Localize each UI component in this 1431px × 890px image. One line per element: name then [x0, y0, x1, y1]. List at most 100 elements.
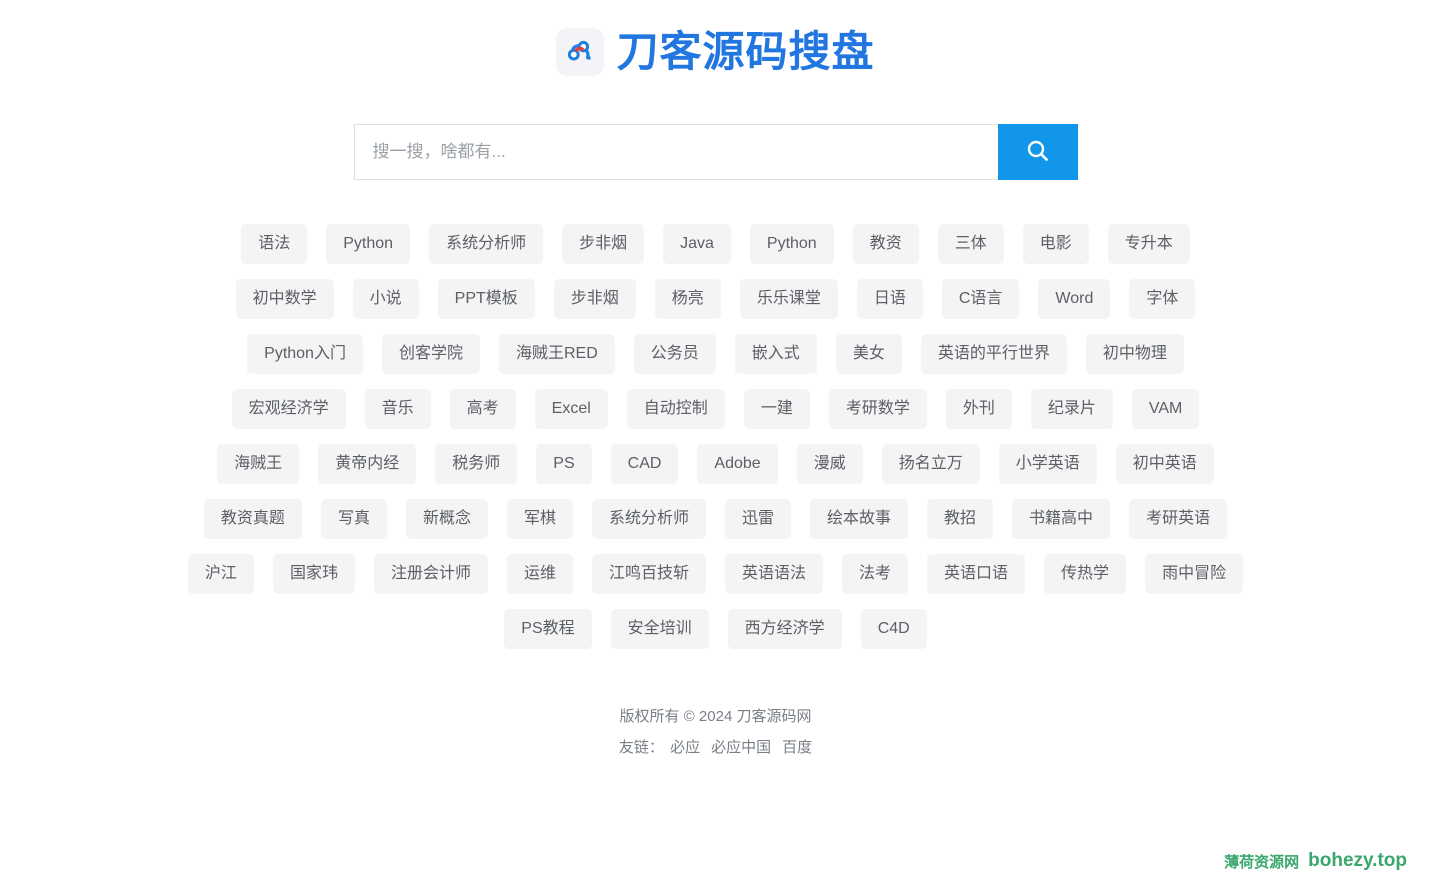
tag-item[interactable]: 字体 [1129, 279, 1196, 319]
tag-item[interactable]: 新概念 [405, 499, 488, 539]
tag-item[interactable]: 美女 [835, 334, 902, 374]
tag-item[interactable]: 自动控制 [626, 389, 725, 429]
tag-item[interactable]: 纪录片 [1030, 389, 1113, 429]
tag-item[interactable]: 乐乐课堂 [739, 279, 838, 319]
tag-item[interactable]: Python [749, 224, 834, 264]
tag-item[interactable]: 军棋 [506, 499, 573, 539]
search-area [0, 124, 1431, 180]
tag-item[interactable]: 教资 [852, 224, 919, 264]
tag-item[interactable]: 语法 [241, 224, 308, 264]
tag-item[interactable]: 初中英语 [1115, 444, 1214, 484]
tag-row: 海贼王 黄帝内经 税务师 PS CAD Adobe 漫威 扬名立万 小学英语 初… [156, 444, 1276, 484]
tag-item[interactable]: 沪江 [187, 554, 254, 594]
tag-item[interactable]: 国家玮 [272, 554, 355, 594]
tag-item[interactable]: 英语语法 [725, 554, 824, 594]
tag-row: 宏观经济学 音乐 高考 Excel 自动控制 一建 考研数学 外刊 纪录片 VA… [156, 389, 1276, 429]
site-header: 刀客源码搜盘 [0, 0, 1431, 76]
tag-item[interactable]: 写真 [320, 499, 387, 539]
tag-item[interactable]: Excel [534, 389, 608, 429]
tag-item[interactable]: 宏观经济学 [231, 389, 346, 429]
tag-item[interactable]: 杨亮 [654, 279, 721, 319]
friend-links: 必应 必应中国 百度 [670, 732, 812, 763]
search-button[interactable] [997, 124, 1078, 180]
tag-item[interactable]: 三体 [937, 224, 1004, 264]
tag-item[interactable]: 海贼王RED [498, 334, 615, 374]
tag-item[interactable]: 考研数学 [828, 389, 927, 429]
tag-row: PS教程 安全培训 西方经济学 C4D [156, 609, 1276, 649]
watermark: 薄荷资源网 bohezy.top [1224, 850, 1407, 872]
tag-item[interactable]: PPT模板 [437, 279, 535, 319]
watermark-cn-text: 薄荷资源网 [1224, 853, 1300, 871]
site-footer: 版权所有 © 2024 刀客源码网 友链： 必应 必应中国 百度 [0, 701, 1431, 763]
tag-item[interactable]: 传热学 [1044, 554, 1127, 594]
tag-item[interactable]: 安全培训 [610, 609, 709, 649]
tag-item[interactable]: 税务师 [435, 444, 518, 484]
tag-item[interactable]: C4D [860, 609, 927, 649]
tag-item[interactable]: 西方经济学 [727, 609, 842, 649]
tag-item[interactable]: 步非烟 [553, 279, 636, 319]
tag-item[interactable]: 创客学院 [381, 334, 480, 374]
baidu-cloud-icon [556, 28, 605, 76]
tag-item[interactable]: 江鸣百技斩 [591, 554, 706, 594]
tag-item[interactable]: 迅雷 [725, 499, 792, 539]
friend-link-bing[interactable]: 必应 [670, 732, 700, 763]
tag-item[interactable]: VAM [1131, 389, 1200, 429]
tag-item[interactable]: 海贼王 [217, 444, 300, 484]
tag-item[interactable]: 黄帝内经 [318, 444, 417, 484]
page-root: 刀客源码搜盘 语法 Python 系统分析师 步非烟 Java Pytho [0, 0, 1431, 890]
tag-item[interactable]: 运维 [506, 554, 573, 594]
tag-item[interactable]: C语言 [941, 279, 1020, 319]
tag-item[interactable]: CAD [610, 444, 679, 484]
tag-item[interactable]: PS教程 [504, 609, 592, 649]
logo[interactable]: 刀客源码搜盘 [556, 28, 874, 76]
tag-item[interactable]: Adobe [697, 444, 778, 484]
search-input[interactable] [353, 124, 998, 180]
tag-item[interactable]: 系统分析师 [591, 499, 706, 539]
tag-item[interactable]: Word [1038, 279, 1111, 319]
tag-item[interactable]: 注册会计师 [373, 554, 488, 594]
copyright-text: 版权所有 © 2024 刀客源码网 [619, 708, 812, 725]
tag-item[interactable]: 系统分析师 [429, 224, 544, 264]
tag-item[interactable]: 初中物理 [1085, 334, 1184, 374]
tag-item[interactable]: Java [663, 224, 731, 264]
tag-item[interactable]: 教招 [927, 499, 994, 539]
tag-item[interactable]: 法考 [842, 554, 909, 594]
tag-item[interactable]: 嵌入式 [734, 334, 817, 374]
tag-item[interactable]: 步非烟 [562, 224, 645, 264]
tag-item[interactable]: 英语的平行世界 [920, 334, 1067, 374]
tag-item[interactable]: 绘本故事 [810, 499, 909, 539]
tag-item[interactable]: 音乐 [364, 389, 431, 429]
tag-item[interactable]: 小学英语 [998, 444, 1097, 484]
tag-item[interactable]: 考研英语 [1129, 499, 1228, 539]
tag-item[interactable]: 扬名立万 [881, 444, 980, 484]
tag-item[interactable]: 一建 [743, 389, 810, 429]
friend-links-label: 友链： [618, 739, 664, 756]
tag-item[interactable]: 英语口语 [927, 554, 1026, 594]
site-title: 刀客源码搜盘 [616, 28, 875, 75]
tag-item[interactable]: 公务员 [633, 334, 716, 374]
tag-item[interactable]: 专升本 [1107, 224, 1190, 264]
friend-links-row: 友链： 必应 必应中国 百度 [0, 732, 1431, 763]
tag-item[interactable]: 书籍高中 [1012, 499, 1111, 539]
tag-item[interactable]: 教资真题 [203, 499, 302, 539]
tag-item[interactable]: 雨中冒险 [1145, 554, 1244, 594]
tag-item[interactable]: 漫威 [796, 444, 863, 484]
tag-item[interactable]: Python [326, 224, 411, 264]
tag-item[interactable]: 小说 [352, 279, 419, 319]
hot-tags: 语法 Python 系统分析师 步非烟 Java Python 教资 三体 电影… [156, 224, 1276, 649]
tag-row: 教资真题 写真 新概念 军棋 系统分析师 迅雷 绘本故事 教招 书籍高中 考研英… [156, 499, 1276, 539]
tag-item[interactable]: 日语 [856, 279, 923, 319]
tag-item[interactable]: 初中数学 [235, 279, 334, 319]
friend-link-baidu[interactable]: 百度 [782, 732, 812, 763]
friend-link-bing-cn[interactable]: 必应中国 [711, 732, 771, 763]
tag-item[interactable]: PS [536, 444, 592, 484]
tag-item[interactable]: 电影 [1022, 224, 1089, 264]
tag-item[interactable]: 高考 [449, 389, 516, 429]
tag-row: Python入门 创客学院 海贼王RED 公务员 嵌入式 美女 英语的平行世界 … [156, 334, 1276, 374]
tag-row: 语法 Python 系统分析师 步非烟 Java Python 教资 三体 电影… [156, 224, 1276, 264]
tag-item[interactable]: Python入门 [247, 334, 363, 374]
tag-item[interactable]: 外刊 [945, 389, 1012, 429]
watermark-url-text: bohezy.top [1308, 850, 1407, 871]
tag-row: 初中数学 小说 PPT模板 步非烟 杨亮 乐乐课堂 日语 C语言 Word 字体 [156, 279, 1276, 319]
tag-row: 沪江 国家玮 注册会计师 运维 江鸣百技斩 英语语法 法考 英语口语 传热学 雨… [156, 554, 1276, 594]
